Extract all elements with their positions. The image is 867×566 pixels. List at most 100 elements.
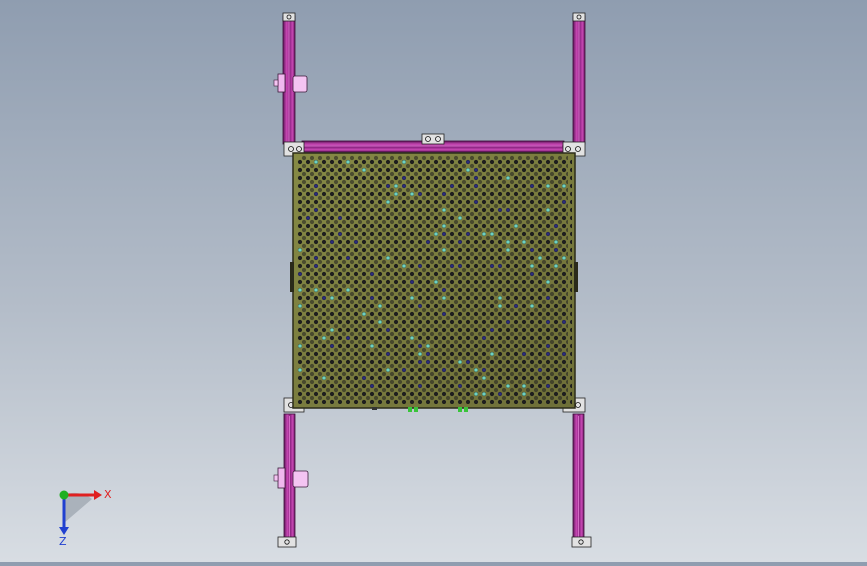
plate-hole bbox=[426, 352, 430, 356]
plate-hole bbox=[474, 392, 478, 396]
plate-hole bbox=[314, 256, 318, 260]
plate-hole bbox=[562, 352, 566, 356]
plate-hole bbox=[546, 280, 550, 284]
plate-hole bbox=[386, 256, 390, 260]
plate-hole bbox=[362, 376, 366, 380]
plate-hole bbox=[402, 160, 406, 164]
plate-hole bbox=[386, 184, 390, 188]
plate-hole bbox=[522, 240, 526, 244]
plate-hole bbox=[402, 264, 406, 268]
plate-hole bbox=[506, 384, 510, 388]
plate-hole bbox=[314, 288, 318, 292]
profile-bottom-right[interactable] bbox=[572, 413, 585, 543]
plate-hole bbox=[418, 352, 422, 356]
plate-hole bbox=[490, 352, 494, 356]
plate-hole bbox=[546, 320, 550, 324]
plate-hole bbox=[458, 384, 462, 388]
x-axis-label: X bbox=[104, 488, 112, 501]
z-axis-label: Z bbox=[59, 535, 67, 548]
plate-hole bbox=[546, 352, 550, 356]
plate-hole bbox=[554, 240, 558, 244]
plate-hole bbox=[442, 232, 446, 236]
plate-hole bbox=[554, 224, 558, 228]
plate-hole bbox=[442, 368, 446, 372]
plate-hole bbox=[410, 280, 414, 284]
plate-hole bbox=[546, 232, 550, 236]
plate-hole bbox=[530, 248, 534, 252]
plate-hole bbox=[506, 240, 510, 244]
plate-hole bbox=[562, 256, 566, 260]
plate-hole bbox=[482, 232, 486, 236]
plate-hole bbox=[514, 224, 518, 228]
plate-hole bbox=[530, 264, 534, 268]
plate-hole bbox=[418, 264, 422, 268]
plate-hole bbox=[442, 192, 446, 196]
plate-hole bbox=[562, 184, 566, 188]
plate-hole bbox=[474, 368, 478, 372]
plate-hole bbox=[394, 184, 398, 188]
plate-hole bbox=[426, 344, 430, 348]
plate-hole bbox=[498, 392, 502, 396]
plate-hole bbox=[346, 160, 350, 164]
assembly-model[interactable] bbox=[0, 0, 867, 562]
plate-hole bbox=[418, 360, 422, 364]
plate-hole bbox=[506, 176, 510, 180]
plate-hole bbox=[298, 344, 302, 348]
plate-hole bbox=[298, 248, 302, 252]
plate-hole bbox=[434, 232, 438, 236]
plate-hole bbox=[314, 184, 318, 188]
plate-hole bbox=[474, 168, 478, 172]
plate-hole bbox=[378, 304, 382, 308]
plate-hole bbox=[402, 368, 406, 372]
plate-hole bbox=[474, 184, 478, 188]
plate-hole bbox=[490, 328, 494, 332]
plate-hole bbox=[506, 208, 510, 212]
plate-hole bbox=[530, 184, 534, 188]
plate-hole bbox=[338, 232, 342, 236]
plate-hole bbox=[370, 384, 374, 388]
plate-hole bbox=[530, 272, 534, 276]
plate-hole bbox=[506, 320, 510, 324]
plate-hole bbox=[546, 344, 550, 348]
plate-hole bbox=[442, 248, 446, 252]
plate-hole bbox=[426, 360, 430, 364]
plate-hole bbox=[490, 232, 494, 236]
plate-hole bbox=[370, 344, 374, 348]
plate-hole bbox=[418, 384, 422, 388]
plate-hole bbox=[490, 264, 494, 268]
plate-hole bbox=[514, 304, 518, 308]
plate-hole bbox=[314, 160, 318, 164]
plate-hole bbox=[458, 264, 462, 268]
plate-hole bbox=[546, 184, 550, 188]
plate-hole bbox=[466, 168, 470, 172]
plate-hole bbox=[354, 240, 358, 244]
coordinate-triad: X Z bbox=[48, 483, 118, 548]
plate-hole bbox=[410, 336, 414, 340]
plate-hole bbox=[330, 296, 334, 300]
plate-hole bbox=[482, 368, 486, 372]
plate-hole bbox=[562, 200, 566, 204]
plate-hole bbox=[474, 200, 478, 204]
plate-hole bbox=[442, 208, 446, 212]
plate-hole bbox=[466, 160, 470, 164]
plate-hole bbox=[298, 288, 302, 292]
plate-hole bbox=[466, 232, 470, 236]
plate-hole bbox=[554, 264, 558, 268]
plate-hole bbox=[394, 192, 398, 196]
plate-hole bbox=[450, 184, 454, 188]
plate-hole bbox=[458, 216, 462, 220]
cad-graphics-viewport[interactable]: X Z bbox=[0, 0, 867, 562]
plate-hole bbox=[346, 336, 350, 340]
plate-hole bbox=[442, 288, 446, 292]
plate-hole bbox=[522, 384, 526, 388]
plate-hole bbox=[442, 312, 446, 316]
plate-hole bbox=[466, 360, 470, 364]
plate-hole bbox=[314, 192, 318, 196]
perforated-plate[interactable] bbox=[290, 152, 578, 409]
plate-hole bbox=[498, 304, 502, 308]
profile-top-right[interactable] bbox=[572, 15, 586, 145]
plate-hole bbox=[418, 304, 422, 308]
plate-hole bbox=[498, 296, 502, 300]
plate-hole bbox=[506, 248, 510, 252]
plate-hole bbox=[418, 192, 422, 196]
